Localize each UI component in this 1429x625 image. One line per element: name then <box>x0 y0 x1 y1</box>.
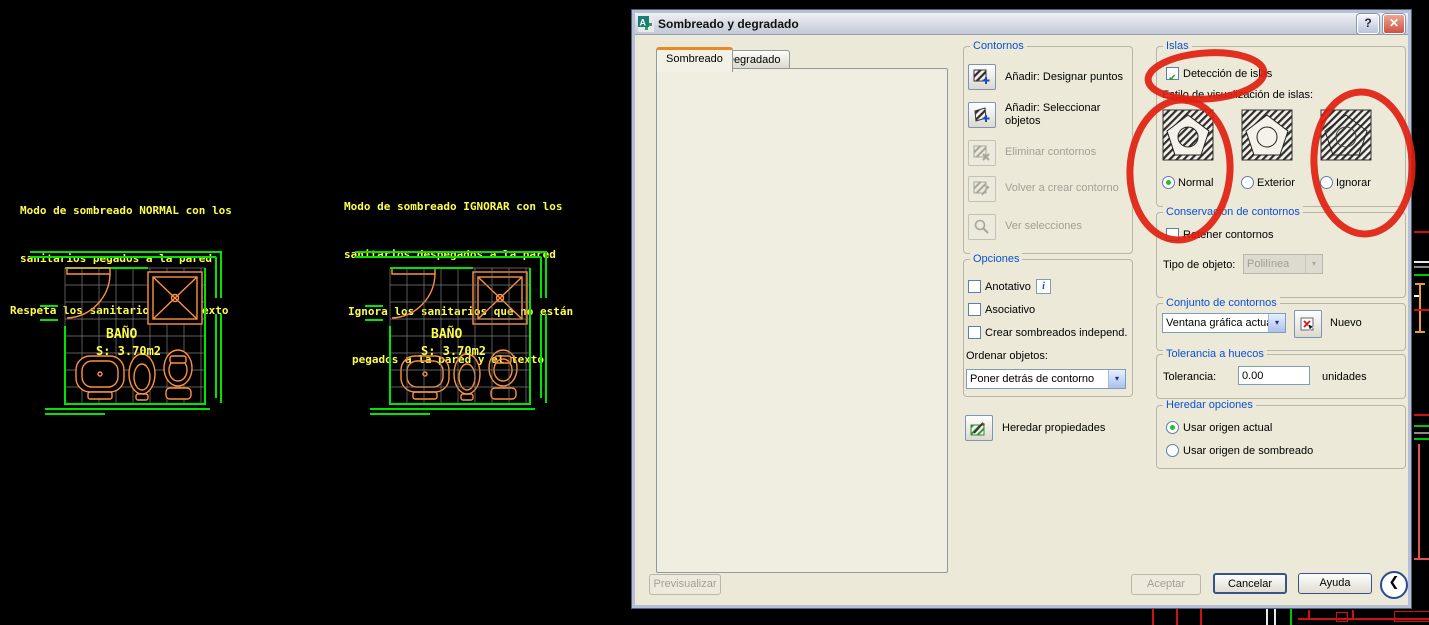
svg-text:A: A <box>640 17 647 27</box>
view-selections-label: Ver selecciones <box>1005 220 1083 232</box>
island-style-exterior-image[interactable] <box>1241 109 1293 161</box>
magnifier-icon <box>974 219 989 234</box>
island-exterior-radio[interactable] <box>1241 176 1254 189</box>
new-boundary-set-icon <box>1300 317 1315 332</box>
add-pick-points-icon <box>973 69 990 84</box>
island-normal-radio[interactable] <box>1162 176 1175 189</box>
island-ignore-label: Ignorar <box>1336 177 1371 189</box>
tolerancia-label: Tolerancia: <box>1163 371 1217 383</box>
room-area-label: S: 3.70m2 <box>421 344 486 358</box>
aceptar-button: Aceptar <box>1131 574 1201 595</box>
note-line: Modo de sombreado IGNORAR con los <box>344 200 563 213</box>
asociativo-checkbox[interactable] <box>968 303 981 316</box>
conjunto-contornos-combo[interactable]: Ventana gráfica actual ▾ <box>1162 313 1286 333</box>
hatch-gradient-dialog: A Sombreado y degradado ? ✕ Sombreado De… <box>631 9 1412 609</box>
anotativo-label: Anotativo <box>985 281 1031 293</box>
group-islas: Islas <box>1163 40 1192 52</box>
recreate-boundary-icon <box>973 181 990 196</box>
bathroom-plan-ignore: BAÑO S: 3.70m2 <box>355 251 547 415</box>
ordenar-objetos-combo[interactable]: Poner detrás de contorno ▾ <box>966 369 1126 389</box>
deteccion-islas-label: Detección de islas <box>1183 68 1273 80</box>
previsualizar-button: Previsualizar <box>649 574 721 595</box>
info-icon[interactable]: i <box>1036 279 1051 294</box>
dialog-title: Sombreado y degradado <box>658 16 799 31</box>
room-label: BAÑO <box>431 326 462 342</box>
group-heredar-opciones: Heredar opciones <box>1163 399 1256 411</box>
heredar-usar-origen-actual-label: Usar origen actual <box>1183 422 1273 434</box>
island-ignore-radio[interactable] <box>1320 176 1333 189</box>
remove-boundaries-button <box>968 140 996 166</box>
add-select-objects-button[interactable] <box>968 102 996 128</box>
tipo-objeto-combo: Polilínea ▾ <box>1243 254 1323 274</box>
asociativo-label: Asociativo <box>985 304 1036 316</box>
room-area-label: S: 3.70m2 <box>96 344 161 358</box>
heredar-usar-origen-sombreado-label: Usar origen de sombreado <box>1183 445 1314 457</box>
heredar-propiedades-label: Heredar propiedades <box>1002 422 1106 434</box>
view-selections-button <box>968 214 996 240</box>
ordenar-objetos-label: Ordenar objetos: <box>966 350 1048 362</box>
help-icon[interactable]: ? <box>1357 13 1379 34</box>
island-normal-label: Normal <box>1178 177 1214 189</box>
group-contornos: Contornos <box>970 40 1027 52</box>
app-icon: A <box>638 15 654 32</box>
crear-sombreados-label: Crear sombreados independ. <box>985 327 1128 339</box>
tipo-objeto-label: Tipo de objeto: <box>1163 259 1236 271</box>
crear-sombreados-checkbox[interactable] <box>968 326 981 339</box>
add-pick-points-button[interactable] <box>968 64 996 90</box>
recreate-boundary-label: Volver a crear contorno <box>1005 182 1119 194</box>
remove-boundaries-icon <box>973 145 990 161</box>
heredar-propiedades-button[interactable] <box>965 415 993 441</box>
close-icon[interactable]: ✕ <box>1383 13 1405 34</box>
anotativo-checkbox[interactable] <box>968 280 981 293</box>
island-exterior-label: Exterior <box>1257 177 1295 189</box>
retener-contornos-label: Retener contornos <box>1183 229 1274 241</box>
nuevo-label: Nuevo <box>1330 317 1362 329</box>
heredar-usar-origen-sombreado-radio[interactable] <box>1166 444 1179 457</box>
group-conservacion: Conservación de contornos <box>1163 206 1303 218</box>
match-properties-icon <box>970 422 985 436</box>
tipo-objeto-value: Polilínea <box>1247 258 1290 270</box>
recreate-boundary-button <box>968 176 996 202</box>
ordenar-objetos-value: Poner detrás de contorno <box>970 373 1095 385</box>
add-pick-points-label: Añadir: Designar puntos <box>1005 71 1124 83</box>
estilo-islas-label: Estilo de visualización de islas: <box>1162 89 1314 101</box>
add-select-objects-icon <box>974 107 990 122</box>
nuevo-conjunto-button[interactable] <box>1294 310 1322 338</box>
tab-page-sombreado <box>656 68 948 573</box>
dropdown-arrow-icon: ▾ <box>1305 255 1322 273</box>
island-style-normal-image[interactable] <box>1162 109 1214 161</box>
tab-sombreado[interactable]: Sombreado <box>656 47 733 72</box>
heredar-usar-origen-actual-radio[interactable] <box>1166 421 1179 434</box>
tolerancia-input[interactable] <box>1238 366 1310 385</box>
group-tolerancia: Tolerancia a huecos <box>1163 348 1267 360</box>
ayuda-button[interactable]: Ayuda <box>1298 573 1372 594</box>
remove-boundaries-label: Eliminar contornos <box>1005 146 1097 158</box>
add-select-objects-label: Añadir: Seleccionar objetos <box>1005 102 1101 127</box>
dialog-titlebar[interactable]: A Sombreado y degradado ? ✕ <box>635 13 1408 35</box>
unidades-label: unidades <box>1322 371 1367 383</box>
room-label: BAÑO <box>106 326 137 342</box>
note-line: Modo de sombreado NORMAL con los <box>20 204 232 217</box>
bathroom-plan-normal: BAÑO S: 3.70m2 <box>30 251 222 415</box>
conjunto-contornos-value: Ventana gráfica actual <box>1166 317 1268 329</box>
deteccion-islas-checkbox[interactable] <box>1166 67 1179 80</box>
cancelar-button[interactable]: Cancelar <box>1213 573 1287 594</box>
collapse-dialog-button[interactable]: ❮ <box>1380 571 1408 599</box>
island-style-ignore-image[interactable] <box>1320 109 1372 161</box>
group-opciones: Opciones <box>970 253 1023 265</box>
group-conjunto: Conjunto de contornos <box>1163 297 1280 309</box>
dropdown-arrow-icon[interactable]: ▾ <box>1108 370 1125 388</box>
retener-contornos-checkbox[interactable] <box>1166 228 1179 241</box>
dropdown-arrow-icon[interactable]: ▾ <box>1268 314 1285 332</box>
autocad-screen: Modo de sombreado NORMAL con los sanitar… <box>0 0 1429 625</box>
